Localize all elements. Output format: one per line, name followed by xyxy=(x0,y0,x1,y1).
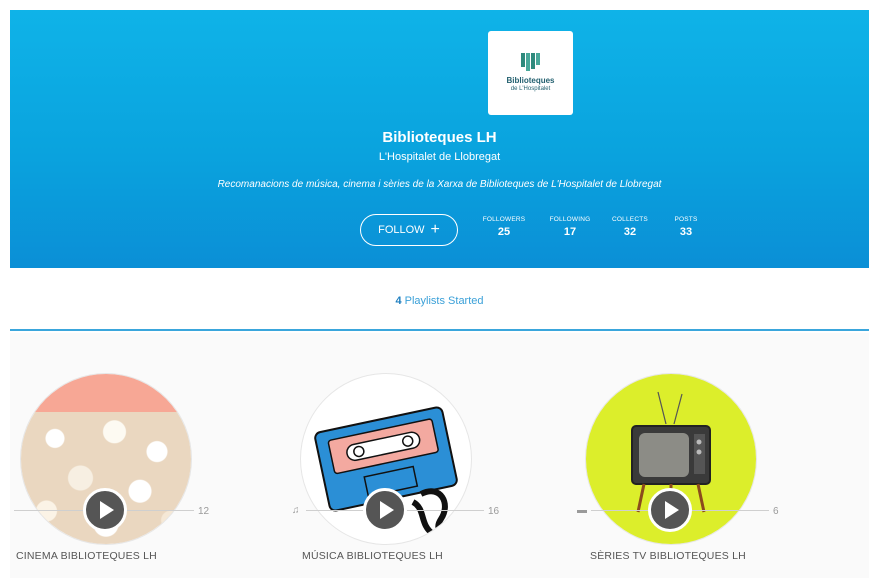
playlist-count: 16 xyxy=(488,506,500,517)
tab-playlists-started[interactable]: 4 Playlists Started xyxy=(10,295,869,307)
playlist-card-music[interactable]: ♫ 16 MÚSICA BIBLIOTEQUES LH xyxy=(290,333,499,578)
logo-bars-icon xyxy=(521,53,540,71)
stat-followers[interactable]: FOLLOWERS 25 xyxy=(474,216,534,238)
stat-label: FOLLOWING xyxy=(549,216,591,223)
play-icon xyxy=(100,501,114,519)
playlist-title[interactable]: MÚSICA BIBLIOTEQUES LH xyxy=(302,550,443,562)
video-icon: ▬ xyxy=(577,505,587,516)
stat-label: FOLLOWERS xyxy=(482,216,526,223)
playlist-title[interactable]: SÈRIES TV BIBLIOTEQUES LH xyxy=(590,550,746,562)
stat-posts[interactable]: POSTS 33 xyxy=(656,216,716,238)
playlist-title[interactable]: CINEMA BIBLIOTEQUES LH xyxy=(16,550,157,562)
play-button[interactable] xyxy=(363,488,407,532)
stat-value: 33 xyxy=(679,226,693,238)
stat-value: 32 xyxy=(623,226,637,238)
logo-text-sub: de L'Hospitalet xyxy=(510,86,551,92)
follow-button[interactable]: FOLLOW + xyxy=(360,214,458,246)
stat-collects[interactable]: COLLECTS 32 xyxy=(600,216,660,238)
playlist-count: 6 xyxy=(773,506,779,517)
play-button[interactable] xyxy=(83,488,127,532)
profile-description: Recomanacions de música, cinema i sèries… xyxy=(217,179,662,190)
play-icon xyxy=(380,501,394,519)
playlist-card-cinema[interactable]: 12 CINEMA BIBLIOTEQUES LH xyxy=(10,333,210,578)
follow-label: FOLLOW xyxy=(378,224,425,236)
stat-value: 25 xyxy=(497,226,511,238)
profile-page: Biblioteques de L'Hospitalet Biblioteque… xyxy=(10,10,869,578)
playlist-count: 12 xyxy=(198,506,210,517)
tab-underline xyxy=(10,329,869,331)
stat-label: POSTS xyxy=(674,216,698,223)
profile-name[interactable]: Biblioteques LH xyxy=(10,129,869,146)
cover-backdrop xyxy=(21,374,191,412)
playlists-tab-label: Playlists Started xyxy=(401,295,484,307)
tab-bar: 4 Playlists Started xyxy=(10,268,869,331)
playlist-card-tv[interactable]: ▬ 6 SÈRIES TV BIBLIOTEQUES LH xyxy=(575,333,779,578)
profile-location: L'Hospitalet de Llobregat xyxy=(378,151,501,163)
profile-header: Biblioteques de L'Hospitalet Biblioteque… xyxy=(10,10,869,268)
stat-value: 17 xyxy=(563,226,577,238)
logo-text-main: Biblioteques xyxy=(506,76,555,85)
playlist-grid: 12 CINEMA BIBLIOTEQUES LH ♫ 16 MÚSICA BI… xyxy=(10,333,869,578)
plus-icon: + xyxy=(430,221,440,238)
play-button[interactable] xyxy=(648,488,692,532)
stat-following[interactable]: FOLLOWING 17 xyxy=(540,216,600,238)
stat-label: COLLECTS xyxy=(612,216,648,223)
profile-logo: Biblioteques de L'Hospitalet xyxy=(488,31,573,115)
music-note-icon: ♫ xyxy=(292,505,300,516)
play-icon xyxy=(665,501,679,519)
